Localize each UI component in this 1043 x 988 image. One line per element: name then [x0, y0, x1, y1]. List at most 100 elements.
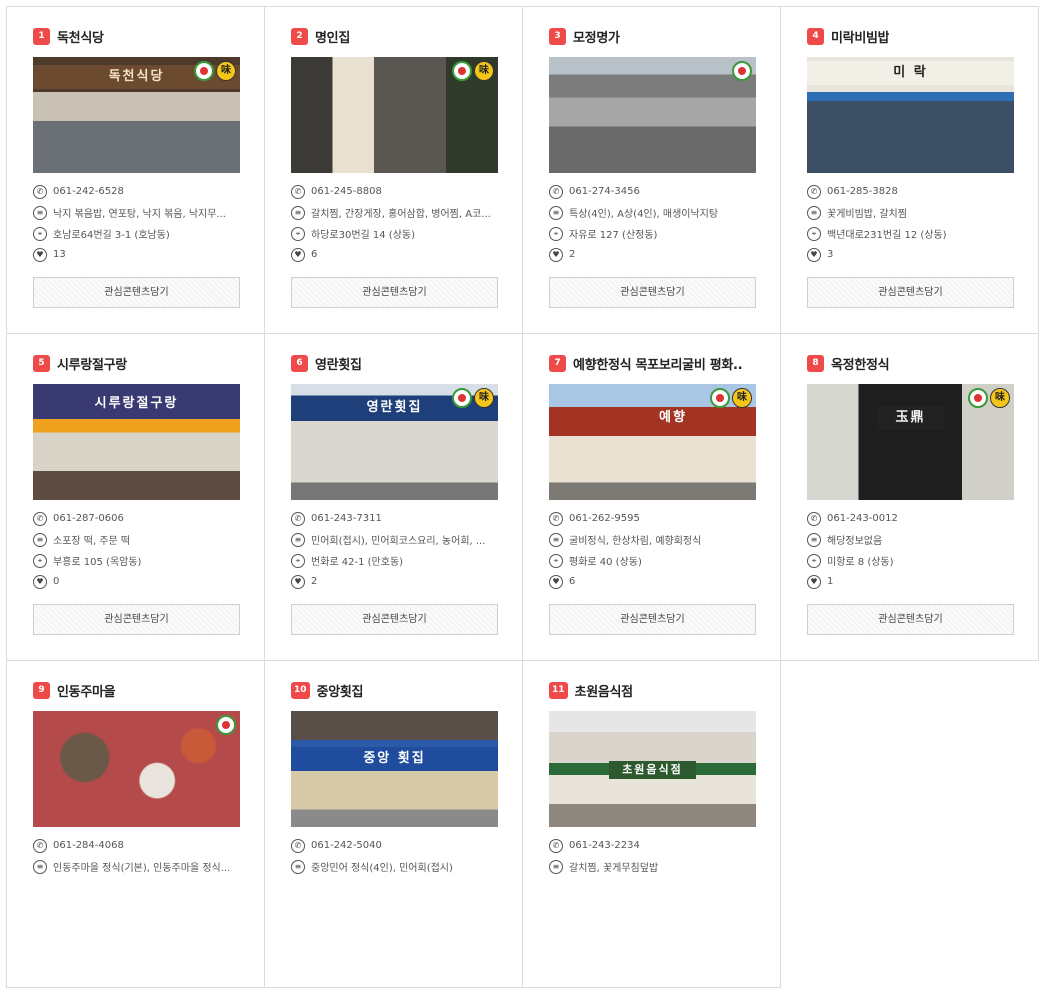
rank-badge: 10	[291, 681, 310, 699]
location-pin-icon: ⌖	[291, 553, 305, 568]
restaurant-photo[interactable]	[549, 57, 756, 173]
phone-icon: ✆	[291, 838, 305, 853]
address-row: ⌖ 호남로64번길 3-1 (호남동)	[33, 223, 239, 244]
menu-text: 민어회(접시), 민어회코스요리, 농어회, ...	[311, 536, 486, 547]
heart-icon: ♥	[33, 247, 47, 262]
restaurant-card: 2 명인집 味 ✆ 061-245-8808 ≡ 갈치찜, 간장게장, 홍어삼합, 병어찜,…	[264, 6, 523, 334]
restaurant-photo[interactable]: 독천식당 味	[33, 57, 240, 173]
taste-mark-badge-icon: 味	[990, 388, 1010, 408]
taste-mark-badge-icon: 味	[474, 388, 494, 408]
add-to-favorites-button[interactable]: 관심콘텐츠담기	[549, 277, 756, 308]
restaurant-title[interactable]: 인동주마을	[57, 681, 115, 700]
restaurant-title[interactable]: 명인집	[315, 27, 350, 46]
phone-icon: ✆	[549, 511, 563, 526]
location-pin-icon: ⌖	[807, 553, 821, 568]
storefront-sign-text: 초원음식점	[609, 761, 696, 779]
restaurant-photo[interactable]: 味	[291, 57, 498, 173]
address-row: ⌖ 하당로30번길 14 (상동)	[291, 223, 497, 244]
rank-badge: 4	[807, 27, 824, 45]
menu-row: ≡ 굴비정식, 한상차림, 예향회정식	[549, 529, 755, 550]
menu-text: 굴비정식, 한상차림, 예향회정식	[569, 536, 702, 547]
address-text: 백년대로231번길 12 (상동)	[827, 230, 947, 241]
restaurant-title[interactable]: 미락비빔밥	[831, 27, 889, 46]
photo-badges: 味	[452, 388, 494, 408]
phone-row: ✆ 061-242-5040	[291, 835, 497, 856]
menu-text: 갈치찜, 간장게장, 홍어삼합, 병어찜, A코...	[311, 209, 491, 220]
rank-badge: 3	[549, 27, 566, 45]
address-row: ⌖ 미항로 8 (상동)	[807, 550, 1013, 571]
rank-badge: 1	[33, 27, 50, 45]
restaurant-photo[interactable]: 중앙 횟집	[291, 711, 498, 827]
phone-number: 061-243-2234	[569, 840, 640, 851]
add-to-favorites-button[interactable]: 관심콘텐츠담기	[291, 277, 498, 308]
storefront-sign-text: 玉鼎	[877, 406, 944, 430]
menu-text: 낙지 볶음밥, 연포탕, 낙지 볶음, 낙지무...	[53, 209, 226, 220]
phone-number: 061-242-6528	[53, 186, 124, 197]
photo-badges: 味	[968, 388, 1010, 408]
phone-icon: ✆	[33, 184, 47, 199]
restaurant-photo[interactable]: 초원음식점	[549, 711, 756, 827]
phone-number: 061-242-5040	[311, 840, 382, 851]
restaurant-photo[interactable]: 미 락	[807, 57, 1014, 173]
restaurant-card: 10 중앙횟집 중앙 횟집 ✆ 061-242-5040 ≡ 중앙민어 정식(4인), 민어…	[264, 660, 523, 988]
location-pin-icon: ⌖	[33, 226, 47, 241]
restaurant-info: ✆ 061-287-0606 ≡ 소포장 떡, 주문 떡 ⌖ 부흥로 105 (옥암동) ♥…	[33, 508, 239, 592]
restaurant-title[interactable]: 중앙횟집	[317, 681, 364, 700]
menu-text: 중앙민어 정식(4인), 민어회(접시)	[311, 863, 453, 874]
menu-text: 인동주마을 정식(기본), 인동주마을 정식...	[53, 863, 231, 874]
restaurant-title[interactable]: 시루랑절구랑	[57, 354, 127, 373]
phone-number: 061-243-0012	[827, 513, 898, 524]
restaurant-grid: 1 독천식당 독천식당 味 ✆ 061-242-6528 ≡ 낙지 볶음밥, 연포탕, 낙지 …	[6, 6, 1039, 988]
add-to-favorites-button[interactable]: 관심콘텐츠담기	[807, 277, 1014, 308]
like-count: 2	[569, 249, 576, 260]
restaurant-photo[interactable]: 예향 味	[549, 384, 756, 500]
add-to-favorites-button[interactable]: 관심콘텐츠담기	[549, 604, 756, 635]
likes-row: ♥ 3	[807, 244, 1013, 265]
card-header: 5 시루랑절구랑	[33, 353, 239, 373]
address-text: 평화로 40 (상동)	[569, 557, 642, 568]
heart-icon: ♥	[549, 247, 563, 262]
add-to-favorites-button[interactable]: 관심콘텐츠담기	[33, 277, 240, 308]
restaurant-photo[interactable]: 시루랑절구랑	[33, 384, 240, 500]
menu-list-icon: ≡	[291, 205, 305, 220]
restaurant-title[interactable]: 초원음식점	[575, 681, 633, 700]
menu-text: 해당정보없음	[827, 536, 883, 547]
address-row: ⌖ 백년대로231번길 12 (상동)	[807, 223, 1013, 244]
restaurant-info: ✆ 061-245-8808 ≡ 갈치찜, 간장게장, 홍어삼합, 병어찜, A코..…	[291, 181, 497, 265]
certified-restaurant-badge-icon	[710, 388, 730, 408]
menu-row: ≡ 낙지 볶음밥, 연포탕, 낙지 볶음, 낙지무...	[33, 202, 239, 223]
menu-row: ≡ 특상(4인), A상(4인), 매생이낙지탕	[549, 202, 755, 223]
photo-badges: 味	[194, 61, 236, 81]
like-count: 6	[569, 576, 576, 587]
phone-row: ✆ 061-243-7311	[291, 508, 497, 529]
location-pin-icon: ⌖	[33, 553, 47, 568]
heart-icon: ♥	[33, 574, 47, 589]
storefront-sign-text: 미 락	[807, 61, 1014, 85]
heart-icon: ♥	[807, 247, 821, 262]
add-to-favorites-button[interactable]: 관심콘텐츠담기	[291, 604, 498, 635]
restaurant-title[interactable]: 옥정한정식	[831, 354, 889, 373]
certified-restaurant-badge-icon	[216, 715, 236, 735]
phone-number: 061-287-0606	[53, 513, 124, 524]
location-pin-icon: ⌖	[807, 226, 821, 241]
restaurant-title[interactable]: 영란횟집	[315, 354, 362, 373]
likes-row: ♥ 2	[549, 244, 755, 265]
location-pin-icon: ⌖	[549, 226, 563, 241]
restaurant-photo[interactable]	[33, 711, 240, 827]
restaurant-card: 9 인동주마을 ✆ 061-284-4068 ≡ 인동주마을 정식(기본), 인동주마을 …	[6, 660, 265, 988]
restaurant-info: ✆ 061-274-3456 ≡ 특상(4인), A상(4인), 매생이낙지탕 ⌖ 자유로…	[549, 181, 755, 265]
phone-icon: ✆	[33, 511, 47, 526]
phone-row: ✆ 061-242-6528	[33, 181, 239, 202]
add-to-favorites-button[interactable]: 관심콘텐츠담기	[33, 604, 240, 635]
restaurant-photo[interactable]: 玉鼎 味	[807, 384, 1014, 500]
restaurant-photo[interactable]: 영란횟집 味	[291, 384, 498, 500]
phone-row: ✆ 061-245-8808	[291, 181, 497, 202]
restaurant-title[interactable]: 모정명가	[573, 27, 620, 46]
menu-text: 갈치찜, 꽃게무침덮밥	[569, 863, 659, 874]
restaurant-title[interactable]: 독천식당	[57, 27, 104, 46]
certified-restaurant-badge-icon	[452, 61, 472, 81]
add-to-favorites-button[interactable]: 관심콘텐츠담기	[807, 604, 1014, 635]
menu-list-icon: ≡	[33, 859, 47, 874]
restaurant-title[interactable]: 예향한정식 목포보리굴비 평화..	[573, 354, 742, 373]
phone-number: 061-243-7311	[311, 513, 382, 524]
